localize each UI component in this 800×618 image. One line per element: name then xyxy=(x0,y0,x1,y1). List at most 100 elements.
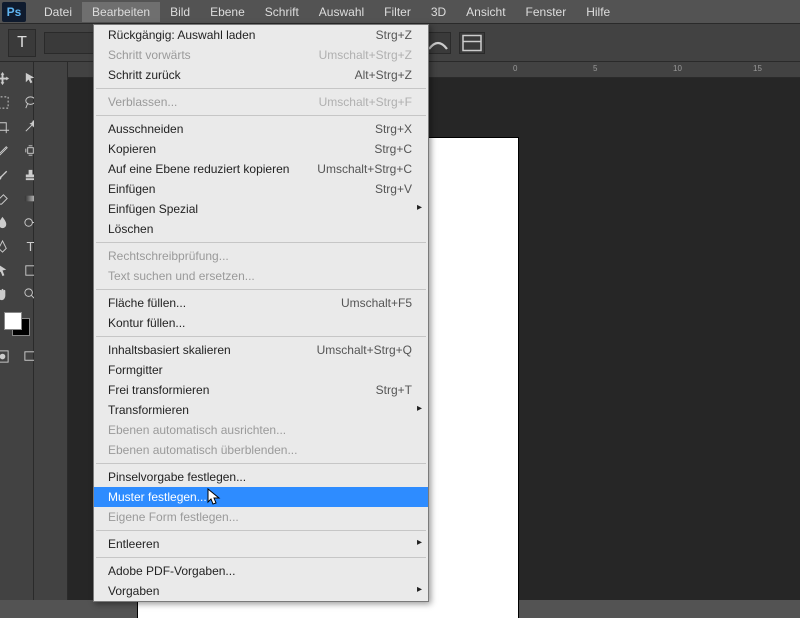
menu-item-ebenen-automatisch-ausrichten: Ebenen automatisch ausrichten... xyxy=(94,420,428,440)
menu-item-frei-transformieren[interactable]: Frei transformieren Strg+T xyxy=(94,380,428,400)
menu-item-label: Kopieren xyxy=(108,142,156,156)
marquee-tool[interactable] xyxy=(0,90,17,114)
menu-item-label: Adobe PDF-Vorgaben... xyxy=(108,564,235,578)
menu-item-shortcut: Strg+C xyxy=(374,142,412,156)
panels-button[interactable] xyxy=(459,32,485,54)
menu-item-verblassen: Verblassen... Umschalt+Strg+F xyxy=(94,92,428,112)
menu-item-entleeren[interactable]: Entleeren xyxy=(94,534,428,554)
blur-tool[interactable] xyxy=(0,210,17,234)
menu-item-label: Pinselvorgabe festlegen... xyxy=(108,470,246,484)
menu-item-label: Inhaltsbasiert skalieren xyxy=(108,343,231,357)
menu-item-label: Ausschneiden xyxy=(108,122,183,136)
menu-3d[interactable]: 3D xyxy=(421,2,456,22)
menu-item-label: Schritt zurück xyxy=(108,68,181,82)
menu-item-schritt-zur-ck[interactable]: Schritt zurück Alt+Strg+Z xyxy=(94,65,428,85)
menu-separator xyxy=(96,557,426,558)
menu-filter[interactable]: Filter xyxy=(374,2,421,22)
eraser-tool[interactable] xyxy=(0,186,17,210)
menu-item-formgitter[interactable]: Formgitter xyxy=(94,360,428,380)
menu-item-rechtschreibpr-fung: Rechtschreibprüfung... xyxy=(94,246,428,266)
menubar: Ps DateiBearbeitenBildEbeneSchriftAuswah… xyxy=(0,0,800,24)
menu-item-label: Ebenen automatisch überblenden... xyxy=(108,443,297,457)
menu-item-kopieren[interactable]: Kopieren Strg+C xyxy=(94,139,428,159)
menu-item-label: Rückgängig: Auswahl laden xyxy=(108,28,255,42)
crop-tool[interactable] xyxy=(0,114,17,138)
menu-ansicht[interactable]: Ansicht xyxy=(456,2,515,22)
edit-menu-dropdown: Rückgängig: Auswahl ladenStrg+ZSchritt v… xyxy=(93,24,429,602)
menu-bearbeiten[interactable]: Bearbeiten xyxy=(82,2,160,22)
menu-item-label: Formgitter xyxy=(108,363,163,377)
menu-separator xyxy=(96,115,426,116)
menu-item-shortcut: Umschalt+Strg+Q xyxy=(317,343,412,357)
menu-item-inhaltsbasiert-skalieren[interactable]: Inhaltsbasiert skalieren Umschalt+Strg+Q xyxy=(94,340,428,360)
menu-item-label: Muster festlegen... xyxy=(108,490,207,504)
current-tool-indicator[interactable]: T xyxy=(8,29,36,57)
menu-item-shortcut: Alt+Strg+Z xyxy=(355,68,412,82)
menu-item-vorgaben[interactable]: Vorgaben xyxy=(94,581,428,601)
menu-separator xyxy=(96,530,426,531)
foreground-color[interactable] xyxy=(4,312,22,330)
menu-item-kontur-f-llen[interactable]: Kontur füllen... xyxy=(94,313,428,333)
menu-item-shortcut: Strg+V xyxy=(375,182,412,196)
menu-item-muster-festlegen[interactable]: Muster festlegen... xyxy=(94,487,428,507)
move-tool[interactable] xyxy=(0,66,17,90)
menu-item-schritt-vorw-rts: Schritt vorwärts Umschalt+Strg+Z xyxy=(94,45,428,65)
menu-item-fl-che-f-llen[interactable]: Fläche füllen... Umschalt+F5 xyxy=(94,293,428,313)
menu-item-label: Einfügen xyxy=(108,182,155,196)
menu-item-label: Auf eine Ebene reduziert kopieren xyxy=(108,162,289,176)
menu-item-einf-gen-spezial[interactable]: Einfügen Spezial xyxy=(94,199,428,219)
menu-auswahl[interactable]: Auswahl xyxy=(309,2,374,22)
menu-item-label: Verblassen... xyxy=(108,95,177,109)
menu-item-label: Ebenen automatisch ausrichten... xyxy=(108,423,286,437)
menu-item-shortcut: Umschalt+Strg+F xyxy=(319,95,412,109)
menu-item-label: Transformieren xyxy=(108,403,189,417)
menu-separator xyxy=(96,242,426,243)
menu-item-label: Entleeren xyxy=(108,537,159,551)
menu-item-label: Text suchen und ersetzen... xyxy=(108,269,255,283)
menu-item-eigene-form-festlegen: Eigene Form festlegen... xyxy=(94,507,428,527)
menu-datei[interactable]: Datei xyxy=(34,2,82,22)
tools-panel-left: T xyxy=(0,62,34,600)
path-select-tool[interactable] xyxy=(0,258,17,282)
menu-item-label: Löschen xyxy=(108,222,153,236)
menu-bild[interactable]: Bild xyxy=(160,2,200,22)
menu-item-shortcut: Strg+T xyxy=(376,383,412,397)
color-swatches[interactable] xyxy=(2,310,32,338)
menu-item-label: Frei transformieren xyxy=(108,383,209,397)
menu-item-text-suchen-und-ersetzen: Text suchen und ersetzen... xyxy=(94,266,428,286)
menu-item-ausschneiden[interactable]: Ausschneiden Strg+X xyxy=(94,119,428,139)
menu-item-label: Fläche füllen... xyxy=(108,296,186,310)
hand-tool[interactable] xyxy=(0,282,17,306)
menu-schrift[interactable]: Schrift xyxy=(255,2,309,22)
eyedropper-tool[interactable] xyxy=(0,138,17,162)
quickmask-button[interactable] xyxy=(0,344,17,368)
menu-item-shortcut: Umschalt+Strg+C xyxy=(317,162,412,176)
menu-item-label: Rechtschreibprüfung... xyxy=(108,249,229,263)
menu-separator xyxy=(96,336,426,337)
menu-item-auf-eine-ebene-reduziert-kopieren[interactable]: Auf eine Ebene reduziert kopieren Umschal… xyxy=(94,159,428,179)
menu-item-pinselvorgabe-festlegen[interactable]: Pinselvorgabe festlegen... xyxy=(94,467,428,487)
menu-item-adobe-pdf-vorgaben[interactable]: Adobe PDF-Vorgaben... xyxy=(94,561,428,581)
menu-item-label: Schritt vorwärts xyxy=(108,48,191,62)
ruler-vertical xyxy=(34,62,68,600)
menu-ebene[interactable]: Ebene xyxy=(200,2,255,22)
menu-item-shortcut: Umschalt+Strg+Z xyxy=(319,48,412,62)
menu-separator xyxy=(96,88,426,89)
menu-item-label: Einfügen Spezial xyxy=(108,202,198,216)
menu-item-transformieren[interactable]: Transformieren xyxy=(94,400,428,420)
menu-item-r-ckg-ngig-auswahl-laden[interactable]: Rückgängig: Auswahl ladenStrg+Z xyxy=(94,25,428,45)
menu-item-einf-gen[interactable]: Einfügen Strg+V xyxy=(94,179,428,199)
menu-item-label: Eigene Form festlegen... xyxy=(108,510,239,524)
brush-tool[interactable] xyxy=(0,162,17,186)
pen-tool[interactable] xyxy=(0,234,17,258)
menu-item-shortcut: Umschalt+F5 xyxy=(341,296,412,310)
menu-item-shortcut: Strg+X xyxy=(375,122,412,136)
menu-item-l-schen[interactable]: Löschen xyxy=(94,219,428,239)
menu-separator xyxy=(96,289,426,290)
app-logo: Ps xyxy=(2,2,26,22)
menu-hilfe[interactable]: Hilfe xyxy=(576,2,620,22)
menu-fenster[interactable]: Fenster xyxy=(516,2,577,22)
menu-separator xyxy=(96,463,426,464)
menu-item-ebenen-automatisch-berblenden: Ebenen automatisch überblenden... xyxy=(94,440,428,460)
menu-item-label: Vorgaben xyxy=(108,584,159,598)
